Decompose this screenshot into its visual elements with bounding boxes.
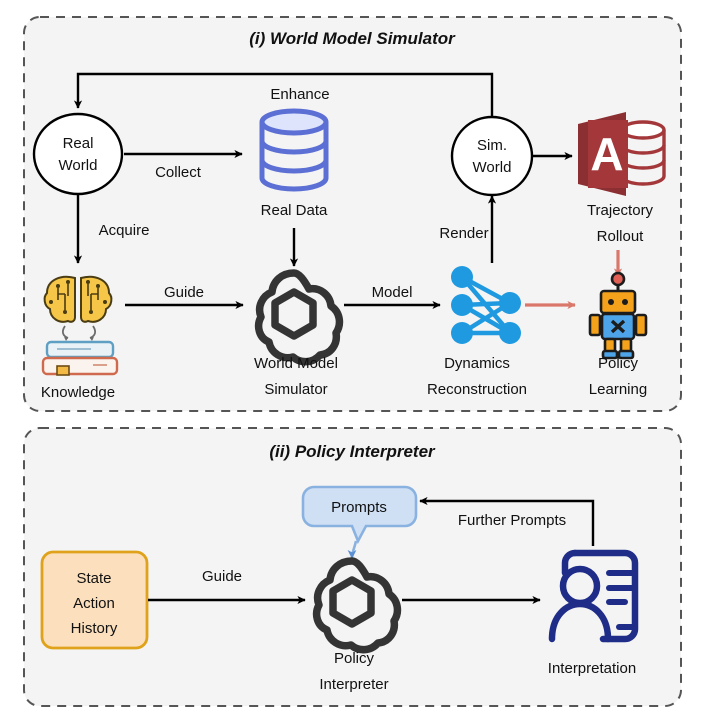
state-label: State bbox=[76, 570, 111, 587]
panel-world-model-simulator: (i) World Model Simulator Enhance Real W… bbox=[23, 16, 682, 412]
caption-world-model-line2: Simulator bbox=[264, 381, 327, 398]
caption-knowledge: Knowledge bbox=[41, 384, 115, 401]
panel-policy-interpreter: (ii) Policy Interpreter Further Prompts … bbox=[23, 427, 682, 707]
access-letter-a: A bbox=[590, 128, 623, 180]
caption-world-model-line1: World Model bbox=[254, 355, 338, 372]
caption-interpretation: Interpretation bbox=[548, 660, 636, 677]
diagram-svg: (i) World Model Simulator Enhance Real W… bbox=[0, 0, 705, 724]
state-action-history-box[interactable]: State Action History bbox=[40, 550, 149, 650]
caption-policy-line2: Learning bbox=[589, 381, 647, 398]
node-real-world: Real World bbox=[32, 112, 124, 196]
caption-dynamics-line2: Reconstruction bbox=[427, 381, 527, 398]
edge-label-acquire: Acquire bbox=[99, 222, 150, 239]
real-world-label-line1: Real bbox=[63, 135, 94, 152]
caption-trajectory-line1: Trajectory bbox=[587, 202, 654, 219]
edge-label-guide-p1: Guide bbox=[164, 284, 204, 301]
caption-policy-interpreter-line1: Policy bbox=[334, 650, 375, 667]
caption-real-data: Real Data bbox=[261, 202, 328, 219]
edge-label-enhance: Enhance bbox=[270, 86, 329, 103]
panel2-title: (ii) Policy Interpreter bbox=[269, 442, 436, 461]
node-sim-world: Sim. World bbox=[450, 115, 534, 197]
caption-trajectory-line2: Rollout bbox=[597, 228, 645, 245]
caption-policy-interpreter-line2: Interpreter bbox=[319, 676, 388, 693]
prompts-bubble-label: Prompts bbox=[331, 499, 387, 516]
real-world-ellipse bbox=[32, 112, 124, 196]
caption-dynamics-line1: Dynamics bbox=[444, 355, 510, 372]
figure-canvas: (i) World Model Simulator Enhance Real W… bbox=[0, 0, 705, 724]
panel1-frame bbox=[23, 16, 682, 412]
panel1-title: (i) World Model Simulator bbox=[249, 29, 456, 48]
caption-policy-line1: Policy bbox=[598, 355, 639, 372]
sim-world-label-line1: Sim. bbox=[477, 137, 507, 154]
action-label: Action bbox=[73, 595, 115, 612]
sim-world-ellipse bbox=[450, 115, 534, 197]
history-label: History bbox=[71, 620, 118, 637]
sim-world-label-line2: World bbox=[473, 159, 512, 176]
real-world-label-line2: World bbox=[59, 157, 98, 174]
edge-label-guide-p2: Guide bbox=[202, 568, 242, 585]
edge-label-model: Model bbox=[372, 284, 413, 301]
edge-label-further-prompts: Further Prompts bbox=[458, 512, 566, 529]
access-database-icon: A bbox=[578, 112, 666, 196]
edge-label-render: Render bbox=[439, 225, 488, 242]
edge-label-collect: Collect bbox=[155, 164, 202, 181]
